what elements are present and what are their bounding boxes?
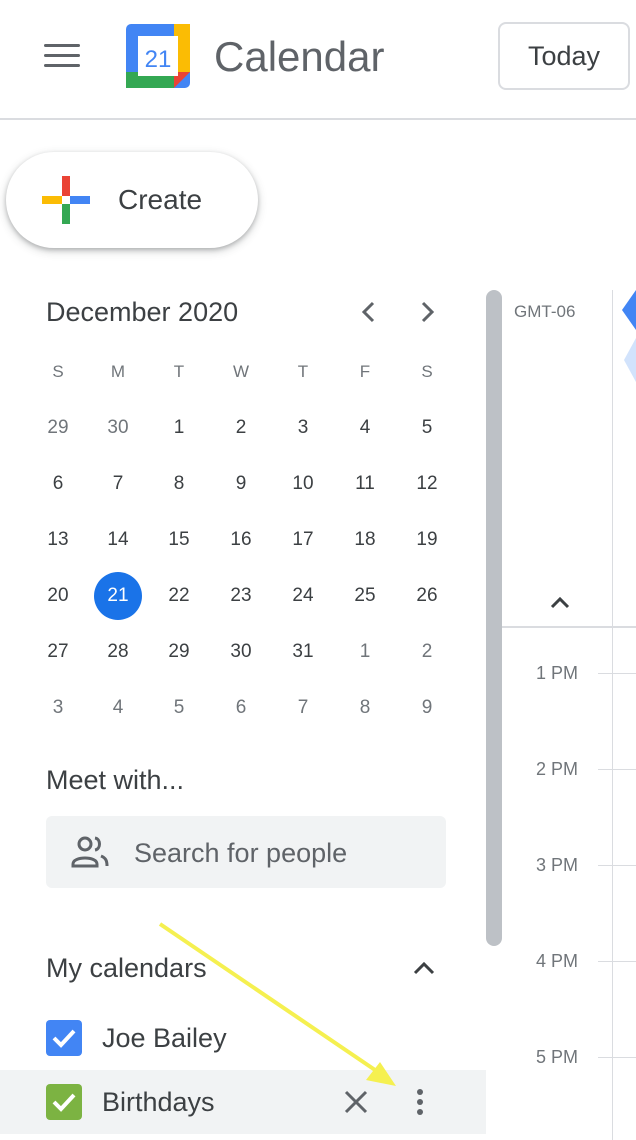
all-day-divider xyxy=(502,626,636,628)
day-cell[interactable]: 9 xyxy=(403,684,451,732)
hour-gridline xyxy=(598,769,636,770)
event-chip-shapes[interactable] xyxy=(620,290,636,386)
weekday-header: S xyxy=(421,362,433,381)
day-cell[interactable]: 24 xyxy=(279,572,327,620)
search-people-placeholder: Search for people xyxy=(134,838,348,868)
hamburger-menu-icon[interactable] xyxy=(44,44,80,68)
day-cell[interactable]: 9 xyxy=(217,460,265,508)
day-cell[interactable]: 6 xyxy=(217,684,265,732)
next-month-button[interactable] xyxy=(410,294,446,330)
top-app-bar: 21 Calendar Today xyxy=(0,0,636,120)
day-cell[interactable]: 25 xyxy=(341,572,389,620)
weekday-header: F xyxy=(359,362,371,381)
logo-day-text: 21 xyxy=(145,46,172,73)
day-cell[interactable]: 20 xyxy=(34,572,82,620)
hour-label: 1 PM xyxy=(536,663,579,683)
day-column-divider xyxy=(612,290,613,1140)
today-button[interactable]: Today xyxy=(498,22,630,90)
day-cell[interactable]: 2 xyxy=(217,404,265,452)
previous-month-button[interactable] xyxy=(350,294,386,330)
people-icon xyxy=(70,834,110,870)
day-cell[interactable]: 8 xyxy=(341,684,389,732)
hour-gridline xyxy=(598,673,636,674)
checkmark-icon xyxy=(52,1029,76,1048)
day-cell[interactable]: 30 xyxy=(217,628,265,676)
hour-gridline xyxy=(598,1057,636,1058)
google-calendar-logo: 21 xyxy=(126,24,190,88)
mini-calendar-month-title: December 2020 xyxy=(46,297,239,327)
day-cell[interactable]: 5 xyxy=(403,404,451,452)
day-cell[interactable]: 12 xyxy=(403,460,451,508)
calendar-item-label: Birthdays xyxy=(102,1087,215,1117)
day-cell[interactable]: 19 xyxy=(403,516,451,564)
day-cell[interactable]: 29 xyxy=(155,628,203,676)
day-cell[interactable]: 10 xyxy=(279,460,327,508)
weekday-header: S xyxy=(52,362,64,381)
expand-all-day-button[interactable] xyxy=(544,586,576,618)
birthdays-checkbox[interactable] xyxy=(46,1084,82,1120)
chevron-right-icon xyxy=(421,301,435,323)
calendar-item-birthdays[interactable]: Birthdays xyxy=(0,1070,486,1134)
create-label: Create xyxy=(118,184,203,215)
weekday-header: M xyxy=(110,362,126,381)
app-title: Calendar xyxy=(214,33,385,80)
hour-label: 3 PM xyxy=(536,855,579,875)
day-cell[interactable]: 18 xyxy=(341,516,389,564)
my-calendars-heading[interactable]: My calendars xyxy=(46,950,207,986)
day-cell[interactable]: 22 xyxy=(155,572,203,620)
day-cell[interactable]: 11 xyxy=(341,460,389,508)
day-cell[interactable]: 7 xyxy=(94,460,142,508)
day-cell[interactable]: 5 xyxy=(155,684,203,732)
chevron-up-icon xyxy=(550,596,570,609)
day-cell[interactable]: 16 xyxy=(217,516,265,564)
remove-calendar-close-icon[interactable] xyxy=(338,1084,374,1120)
day-cell[interactable]: 3 xyxy=(279,404,327,452)
day-cell[interactable]: 26 xyxy=(403,572,451,620)
day-cell[interactable]: 30 xyxy=(94,404,142,452)
chevron-up-icon xyxy=(413,961,435,975)
timezone-label: GMT-06 xyxy=(514,302,576,321)
day-cell[interactable]: 7 xyxy=(279,684,327,732)
day-cell[interactable]: 29 xyxy=(34,404,82,452)
search-people-input[interactable]: Search for people xyxy=(46,816,446,888)
day-cell[interactable]: 31 xyxy=(279,628,327,676)
day-cell[interactable]: 13 xyxy=(34,516,82,564)
day-cell[interactable]: 17 xyxy=(279,516,327,564)
calendar-item-joe-bailey[interactable]: Joe Bailey xyxy=(0,1006,486,1070)
weekday-header: W xyxy=(232,362,250,381)
day-cell[interactable]: 4 xyxy=(341,404,389,452)
day-cell[interactable]: 15 xyxy=(155,516,203,564)
multicolor-plus-icon xyxy=(42,176,90,224)
weekday-header: T xyxy=(173,362,185,381)
hour-gridline xyxy=(598,865,636,866)
sidebar-scrollbar[interactable] xyxy=(486,290,502,946)
joe-bailey-checkbox[interactable] xyxy=(46,1020,82,1056)
day-cell[interactable]: 2 xyxy=(403,628,451,676)
day-cell[interactable]: 4 xyxy=(94,684,142,732)
more-options-kebab-icon[interactable] xyxy=(402,1084,438,1120)
day-cell[interactable]: 1 xyxy=(155,404,203,452)
create-button[interactable]: Create xyxy=(6,152,258,248)
day-cell[interactable]: 3 xyxy=(34,684,82,732)
day-cell[interactable]: 8 xyxy=(155,460,203,508)
meet-with-heading: Meet with... xyxy=(46,765,185,795)
day-cell[interactable]: 6 xyxy=(34,460,82,508)
day-cell[interactable]: 27 xyxy=(34,628,82,676)
chevron-left-icon xyxy=(361,301,375,323)
day-cell[interactable]: 23 xyxy=(217,572,265,620)
day-cell[interactable]: 14 xyxy=(94,516,142,564)
checkmark-icon xyxy=(52,1093,76,1112)
hour-gridline xyxy=(598,961,636,962)
day-cell[interactable]: 28 xyxy=(94,628,142,676)
hour-label: 4 PM xyxy=(536,951,579,971)
day-cell[interactable]: 1 xyxy=(341,628,389,676)
day-cell-today[interactable]: 21 xyxy=(94,572,142,620)
calendar-item-label: Joe Bailey xyxy=(102,1023,227,1053)
weekday-header: T xyxy=(297,362,309,381)
hour-label: 5 PM xyxy=(536,1047,579,1067)
collapse-my-calendars-button[interactable] xyxy=(406,950,442,986)
hour-label: 2 PM xyxy=(536,759,579,779)
